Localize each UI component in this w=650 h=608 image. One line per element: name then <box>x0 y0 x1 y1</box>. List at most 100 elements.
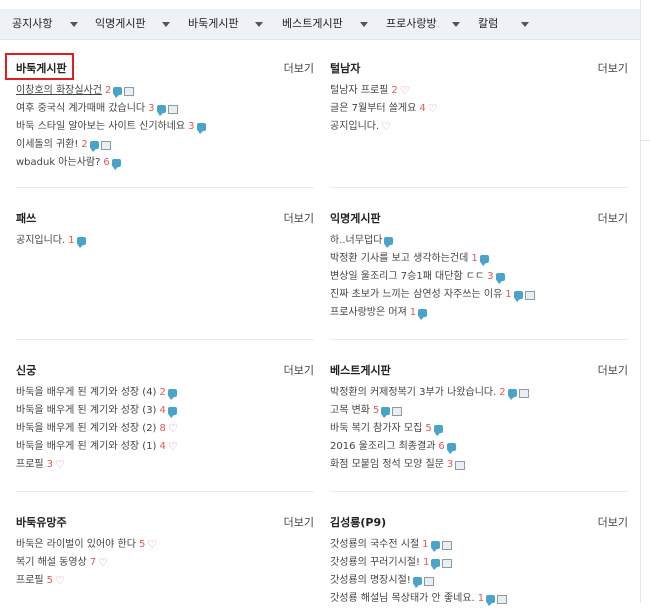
post-title-link[interactable]: 고목 변화 <box>330 402 370 420</box>
board-title[interactable]: 베스트게시판 <box>330 364 391 378</box>
post-list: 갓성룡의 국수전 시절 1 갓성룡의 꾸러기시절! 1 갓성룡의 명장시절! 갓성룡 해설… <box>330 536 508 608</box>
comment-count: 1 <box>68 235 75 246</box>
list-item: 박정환 기사를 보고 생각하는건데 1 <box>330 250 535 268</box>
nav-item-anonymous-board[interactable]: 익명게시판 <box>95 17 146 31</box>
list-item: 복기 해설 동영상 7 ♡ <box>16 554 157 572</box>
chat-icon <box>433 425 443 436</box>
more-link[interactable]: 더보기 <box>284 62 314 76</box>
board-title[interactable]: 바둑유망주 <box>16 516 67 530</box>
chat-icon <box>486 595 496 606</box>
post-title-link[interactable]: 프로필 <box>16 456 44 474</box>
board-title[interactable]: 털남자 <box>330 62 360 76</box>
chat-icon <box>111 159 121 170</box>
post-title-link[interactable]: 바둑은 라이벌이 있어야 한다 <box>16 536 136 554</box>
more-link[interactable]: 더보기 <box>284 364 314 378</box>
post-list: 공지입니다. 1 <box>16 232 86 250</box>
board-title[interactable]: 익명게시판 <box>330 212 381 226</box>
post-title-link[interactable]: 박정환 기사를 보고 생각하는건데 <box>330 250 468 268</box>
post-title-link[interactable]: 프로사랑방은 머져 <box>330 304 407 322</box>
image-icon <box>124 86 135 96</box>
more-link[interactable]: 더보기 <box>598 62 628 76</box>
more-link[interactable]: 더보기 <box>284 516 314 530</box>
post-title-link[interactable]: 하..너무덥다 <box>330 232 382 250</box>
nav-item-baduk-board[interactable]: 바둑게시판 <box>188 17 239 31</box>
list-item: 진짜 초보가 느끼는 삼연성 자주쓰는 이유 1 <box>330 286 535 304</box>
more-link[interactable]: 더보기 <box>598 364 628 378</box>
more-link[interactable]: 더보기 <box>598 212 628 226</box>
chevron-down-icon[interactable] <box>70 22 78 27</box>
list-item: 갓성룡의 명장시절! <box>330 572 507 590</box>
nav-item-notice[interactable]: 공지사항 <box>12 17 52 31</box>
post-title-link[interactable]: 글은 7월부터 쓸게요 <box>330 100 416 118</box>
post-title-link[interactable]: 이세돌의 귀환! <box>16 136 78 154</box>
comment-count: 5 <box>425 423 432 434</box>
post-title-link[interactable]: 바둑 복기 참가자 모집 <box>330 420 422 438</box>
comment-count: 6 <box>103 157 110 168</box>
chevron-down-icon[interactable] <box>521 22 529 27</box>
list-item: 하..너무덥다 <box>330 232 535 250</box>
list-item: 글은 7월부터 쓸게요 4 ♡ <box>330 100 438 118</box>
post-title-link[interactable]: 변상일 울조리그 7승1패 대단함 ㄷㄷ <box>330 268 484 286</box>
post-title-link[interactable]: 바둑 스타일 알아보는 사이트 신기하네요 <box>16 118 185 136</box>
post-title-link[interactable]: 진짜 초보가 느끼는 삼연성 자주쓰는 이유 <box>330 286 502 304</box>
section-divider <box>330 339 628 340</box>
list-item: 2016 울조리그 최종결과 6 <box>330 438 529 456</box>
post-title-link[interactable]: wbaduk 아는사람? <box>16 154 100 172</box>
list-item: 공지입니다. 1 <box>16 232 86 250</box>
post-title-link[interactable]: 갓성룡의 꾸러기시절! <box>330 554 420 572</box>
heart-icon: ♡ <box>427 102 438 115</box>
comment-count: 1 <box>422 539 429 550</box>
comment-count: 2 <box>104 85 112 96</box>
chevron-down-icon[interactable] <box>360 22 368 27</box>
comment-count: 6 <box>438 441 445 452</box>
list-item: 프로필 5 ♡ <box>16 572 157 590</box>
chevron-down-icon[interactable] <box>255 22 263 27</box>
post-title-link[interactable]: 갓성룡의 국수전 시절 <box>330 536 419 554</box>
comment-count: 2 <box>159 387 166 398</box>
post-title-link[interactable]: 복기 해설 동영상 <box>16 554 87 572</box>
section-divider <box>16 491 314 492</box>
chevron-down-icon[interactable] <box>162 22 170 27</box>
post-title-link[interactable]: 이창호의 화장실사건 <box>16 82 102 100</box>
list-item: 갓성룡 해설님 목상태가 안 좋네요. 1 <box>330 590 508 608</box>
board-title[interactable]: 김성룡(P9) <box>330 516 386 530</box>
post-title-link[interactable]: 바둑을 배우게 된 계기와 성장 (1) <box>16 438 156 456</box>
comment-count: 1 <box>423 557 430 568</box>
image-icon <box>392 406 403 416</box>
image-icon <box>423 576 434 586</box>
nav-item-best-board[interactable]: 베스트게시판 <box>282 17 343 31</box>
image-icon <box>100 140 111 150</box>
post-title-link[interactable]: 바둑을 배우게 된 계기와 성장 (3) <box>16 402 156 420</box>
nav-item-column[interactable]: 칼럼 <box>478 17 498 31</box>
post-title-link[interactable]: 2016 울조리그 최종결과 <box>330 438 435 456</box>
list-item: 갓성룡의 국수전 시절 1 <box>330 536 507 554</box>
highlight-box <box>5 53 74 80</box>
image-icon <box>167 104 178 114</box>
chat-icon <box>156 105 166 116</box>
more-link[interactable]: 더보기 <box>284 212 314 226</box>
more-link[interactable]: 더보기 <box>598 516 628 530</box>
post-title-link[interactable]: 공지입니다. <box>330 118 379 136</box>
post-title-link[interactable]: 털남자 프로필 <box>330 82 388 100</box>
post-title-link[interactable]: 여후 중국식 계가때매 갔습니다 <box>16 100 145 118</box>
board-title[interactable]: 신궁 <box>16 364 36 378</box>
post-title-link[interactable]: 갓성룡 해설님 목상태가 안 좋네요. <box>330 590 475 608</box>
post-title-link[interactable]: 박정환의 커제정복기 3부가 나왔습니다. <box>330 384 496 402</box>
chat-icon <box>446 443 456 454</box>
chevron-down-icon[interactable] <box>452 22 460 27</box>
comment-count: 2 <box>81 139 88 150</box>
post-title-link[interactable]: 프로필 <box>16 572 44 590</box>
comment-count: 2 <box>499 387 506 398</box>
image-icon <box>518 388 529 398</box>
chat-icon <box>384 237 394 248</box>
image-icon <box>442 558 453 568</box>
post-list: 바둑을 배우게 된 계기와 성장 (4) 2 바둑을 배우게 된 계기와 성장 (3… <box>16 384 178 474</box>
post-title-link[interactable]: 공지입니다. <box>16 232 65 250</box>
post-title-link[interactable]: 바둑을 배우게 된 계기와 성장 (2) <box>16 420 156 438</box>
nav-item-pro-lounge[interactable]: 프로사랑방 <box>386 17 437 31</box>
chat-icon <box>431 559 441 570</box>
post-title-link[interactable]: 갓성룡의 명장시절! <box>330 572 411 590</box>
board-title[interactable]: 패쓰 <box>16 212 36 226</box>
post-title-link[interactable]: 바둑을 배우게 된 계기와 성장 (4) <box>16 384 156 402</box>
post-title-link[interactable]: 화점 모붙임 정석 모양 질문 <box>330 456 444 474</box>
